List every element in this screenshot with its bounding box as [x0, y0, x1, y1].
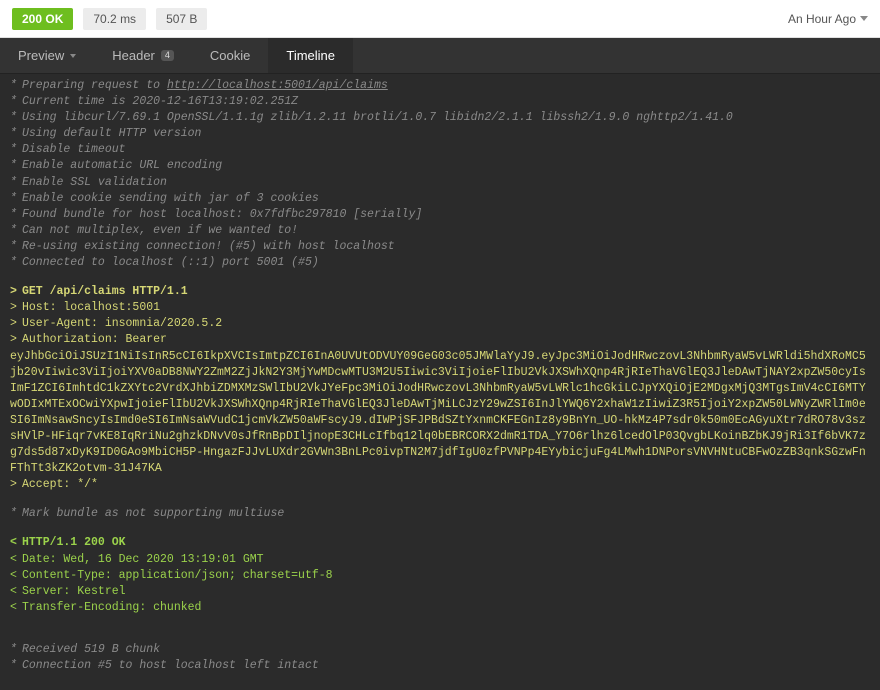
tab-timeline-label: Timeline — [286, 48, 335, 63]
auth-token: eyJhbGciOiJSUzI1NiIsInR5cCI6IkpXVCIsImtp… — [10, 349, 870, 478]
log-line: *Connection #5 to host localhost left in… — [10, 658, 870, 674]
log-line: *Connected to localhost (::1) port 5001 … — [10, 255, 870, 271]
response-time-pill: 70.2 ms — [83, 8, 146, 30]
request-header: >User-Agent: insomnia/2020.5.2 — [10, 316, 870, 332]
log-line: *Current time is 2020-12-16T13:19:02.251… — [10, 94, 870, 110]
status-badge: 200 OK — [12, 8, 73, 30]
tab-cookie-label: Cookie — [210, 48, 250, 63]
status-text: OK — [45, 12, 63, 26]
response-header: <Server: Kestrel — [10, 584, 870, 600]
request-line: >GET /api/claims HTTP/1.1 — [10, 284, 870, 300]
response-status-line: <HTTP/1.1 200 OK — [10, 535, 870, 551]
response-header: <Content-Type: application/json; charset… — [10, 568, 870, 584]
log-line: *Disable timeout — [10, 142, 870, 158]
tab-header[interactable]: Header 4 — [94, 38, 192, 73]
log-line: *Mark bundle as not supporting multiuse — [10, 506, 870, 522]
tab-cookie[interactable]: Cookie — [192, 38, 268, 73]
response-top-bar: 200 OK 70.2 ms 507 B An Hour Ago — [0, 0, 880, 38]
request-header: >Host: localhost:5001 — [10, 300, 870, 316]
log-line: *Enable SSL validation — [10, 175, 870, 191]
tab-timeline[interactable]: Timeline — [268, 38, 353, 73]
response-header: <Date: Wed, 16 Dec 2020 13:19:01 GMT — [10, 552, 870, 568]
log-line: *Preparing request to http://localhost:5… — [10, 78, 870, 94]
request-url-link[interactable]: http://localhost:5001/api/claims — [167, 79, 388, 92]
caret-down-icon — [860, 16, 868, 21]
tab-header-label: Header — [112, 48, 155, 63]
log-line: *Received 519 B chunk — [10, 642, 870, 658]
response-header: <Transfer-Encoding: chunked — [10, 600, 870, 616]
time-ago-dropdown[interactable]: An Hour Ago — [788, 12, 868, 26]
response-size-pill: 507 B — [156, 8, 207, 30]
tab-header-badge: 4 — [161, 50, 174, 62]
log-line: *Enable automatic URL encoding — [10, 158, 870, 174]
request-header: >Accept: */* — [10, 477, 870, 493]
caret-down-icon — [70, 54, 76, 58]
log-line: *Found bundle for host localhost: 0x7fdf… — [10, 207, 870, 223]
request-header-auth: >Authorization: Bearer — [10, 332, 870, 348]
response-tabs: Preview Header 4 Cookie Timeline — [0, 38, 880, 74]
timeline-log: *Preparing request to http://localhost:5… — [0, 74, 880, 690]
tab-preview[interactable]: Preview — [0, 38, 94, 73]
log-line: *Enable cookie sending with jar of 3 coo… — [10, 191, 870, 207]
log-line: *Re-using existing connection! (#5) with… — [10, 239, 870, 255]
log-line: *Can not multiplex, even if we wanted to… — [10, 223, 870, 239]
tab-preview-label: Preview — [18, 48, 64, 63]
log-line: *Using default HTTP version — [10, 126, 870, 142]
log-line: *Using libcurl/7.69.1 OpenSSL/1.1.1g zli… — [10, 110, 870, 126]
time-ago-label: An Hour Ago — [788, 12, 856, 26]
status-code: 200 — [22, 12, 42, 26]
